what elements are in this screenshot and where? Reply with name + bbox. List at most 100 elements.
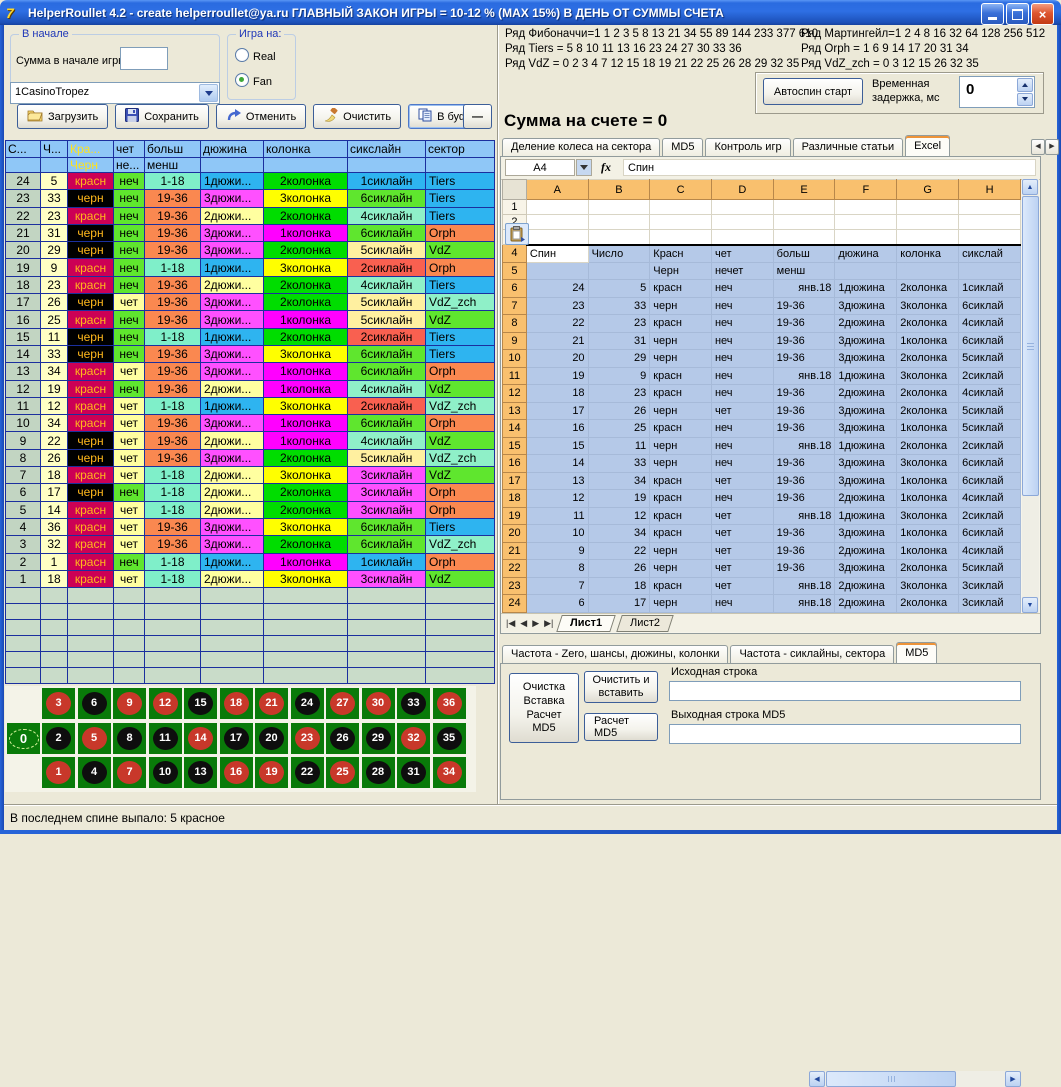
excel-cell[interactable]: черн (650, 455, 712, 473)
excel-cell[interactable]: 1колонка (897, 332, 959, 350)
excel-cell[interactable]: колонка (897, 245, 959, 263)
excel-row-header[interactable]: 7 (503, 297, 527, 315)
excel-cell[interactable]: 2колонка (897, 402, 959, 420)
excel-cell[interactable]: 11 (526, 507, 588, 525)
excel-cell[interactable]: 1колонка (897, 472, 959, 490)
excel-cell[interactable]: неч (711, 367, 773, 385)
excel-cell[interactable]: Черн (650, 262, 712, 280)
excel-cell[interactable]: Красн (650, 245, 712, 263)
excel-cell[interactable]: 12 (526, 490, 588, 508)
excel-cell[interactable] (526, 230, 588, 245)
board-cell-22[interactable]: 22 (291, 757, 324, 788)
excel-cell[interactable]: красн (650, 420, 712, 438)
excel-cell[interactable]: 23 (588, 315, 650, 333)
excel-cell[interactable]: 19-36 (773, 297, 835, 315)
sheet-nav-last-icon[interactable]: ▶| (544, 618, 553, 629)
board-cell-25[interactable]: 25 (326, 757, 359, 788)
excel-cell[interactable]: сикслай (959, 245, 1021, 263)
excel-cell[interactable]: 12 (588, 507, 650, 525)
excel-cell[interactable]: 3колонка (897, 367, 959, 385)
excel-cell[interactable]: 23 (588, 385, 650, 403)
excel-cell[interactable]: 1колонка (897, 490, 959, 508)
excel-cell[interactable]: 19-36 (773, 350, 835, 368)
sheet-nav-prev-icon[interactable]: ◀ (520, 618, 527, 629)
spin-up-button[interactable] (1017, 78, 1033, 92)
excel-cell[interactable]: красн (650, 472, 712, 490)
excel-cell[interactable] (588, 262, 650, 280)
tab-деление-колеса-на-сектора[interactable]: Деление колеса на сектора (502, 138, 660, 156)
excel-cell[interactable]: неч (711, 297, 773, 315)
excel-column-header[interactable]: B (588, 180, 650, 200)
excel-cell[interactable]: красн (650, 367, 712, 385)
excel-cell[interactable]: 9 (526, 542, 588, 560)
excel-cell[interactable]: янв.18 (773, 507, 835, 525)
excel-cell[interactable]: 2дюжина (835, 542, 897, 560)
scroll-up-icon[interactable]: ▲ (1022, 179, 1038, 195)
excel-cell[interactable]: черн (650, 595, 712, 613)
board-cell-27[interactable]: 27 (326, 688, 359, 719)
excel-cell[interactable]: янв.18 (773, 577, 835, 595)
excel-cell[interactable]: менш (773, 262, 835, 280)
excel-cell[interactable] (897, 215, 959, 230)
excel-cell[interactable]: 34 (588, 472, 650, 490)
toolbar-button[interactable]: Загрузить (17, 104, 108, 129)
excel-cell[interactable]: янв.18 (773, 367, 835, 385)
excel-cell[interactable]: 19-36 (773, 560, 835, 578)
tab-md5[interactable]: MD5 (662, 138, 703, 156)
excel-cell[interactable]: 2сиклай (959, 367, 1021, 385)
excel-cell[interactable]: 17 (526, 402, 588, 420)
collapse-button[interactable]: — (463, 104, 492, 129)
excel-cell[interactable]: чет (711, 542, 773, 560)
board-cell-zero[interactable]: 0 (7, 723, 40, 754)
excel-cell[interactable]: 18 (526, 385, 588, 403)
excel-cell[interactable] (650, 200, 712, 215)
excel-cell[interactable]: 9 (588, 367, 650, 385)
excel-cell[interactable] (526, 200, 588, 215)
sheet-tab-Лист2[interactable]: Лист2 (617, 615, 675, 632)
excel-cell[interactable]: неч (711, 332, 773, 350)
excel-cell[interactable] (711, 215, 773, 230)
excel-cell[interactable]: черн (650, 437, 712, 455)
tab-различные-статьи[interactable]: Различные статьи (793, 138, 904, 156)
excel-column-header[interactable]: E (773, 180, 835, 200)
excel-cell[interactable] (959, 230, 1021, 245)
excel-cell[interactable] (773, 230, 835, 245)
excel-row-header[interactable]: 20 (503, 525, 527, 543)
excel-cell[interactable]: чет (711, 245, 773, 263)
excel-cell[interactable]: 2колонка (897, 385, 959, 403)
excel-cell[interactable]: 17 (588, 595, 650, 613)
excel-cell[interactable]: чет (711, 577, 773, 595)
md5-output-field[interactable] (669, 724, 1021, 744)
excel-column-header[interactable]: H (959, 180, 1021, 200)
excel-cell[interactable]: неч (711, 595, 773, 613)
excel-cell[interactable]: 1дюжина (835, 280, 897, 298)
excel-cell[interactable]: чет (711, 472, 773, 490)
board-cell-24[interactable]: 24 (291, 688, 324, 719)
excel-cell[interactable]: 2колонка (897, 280, 959, 298)
excel-cell[interactable]: 15 (526, 437, 588, 455)
excel-cell[interactable]: 3сиклай (959, 595, 1021, 613)
excel-cell[interactable]: 2колонка (897, 350, 959, 368)
board-cell-28[interactable]: 28 (362, 757, 395, 788)
excel-cell[interactable]: чет (711, 507, 773, 525)
excel-cell[interactable] (773, 215, 835, 230)
excel-cell[interactable] (959, 200, 1021, 215)
board-cell-35[interactable]: 35 (433, 723, 466, 754)
excel-cell[interactable]: янв.18 (773, 437, 835, 455)
excel-cell[interactable]: янв.18 (773, 595, 835, 613)
excel-cell[interactable] (588, 215, 650, 230)
excel-cell[interactable]: 19-36 (773, 472, 835, 490)
excel-cell[interactable] (959, 262, 1021, 280)
excel-cell[interactable]: 19-36 (773, 420, 835, 438)
excel-column-header[interactable]: D (711, 180, 773, 200)
board-cell-9[interactable]: 9 (113, 688, 146, 719)
excel-cell[interactable]: Число (588, 245, 650, 263)
excel-cell[interactable]: чет (711, 402, 773, 420)
sheet-nav-first-icon[interactable]: |◀ (506, 618, 515, 629)
fx-icon[interactable]: fx (601, 160, 611, 175)
excel-cell[interactable]: 2дюжина (835, 315, 897, 333)
sheet-nav-next-icon[interactable]: ▶ (532, 618, 539, 629)
excel-row-header[interactable]: 22 (503, 560, 527, 578)
excel-cell[interactable] (526, 262, 588, 280)
excel-cell[interactable]: неч (711, 420, 773, 438)
